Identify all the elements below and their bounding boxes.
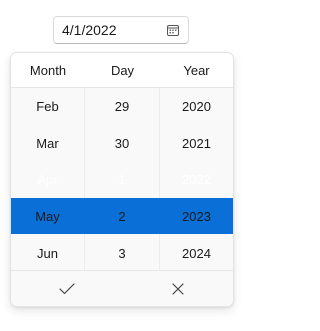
month-item[interactable]: Mar [11,125,84,162]
accept-button[interactable] [11,271,122,306]
year-column[interactable]: 2020 2021 2022 2023 2024 [160,88,233,272]
year-header: Year [183,62,210,78]
month-item[interactable]: Feb [11,88,84,125]
picker-footer [11,270,233,306]
day-header: Day [110,62,135,78]
day-item[interactable]: 3 [85,235,159,272]
day-column[interactable]: 29 30 1 2 3 [85,88,160,272]
calendar-icon-glyph [167,25,179,36]
year-item[interactable]: 2021 [160,125,233,162]
day-item-selected[interactable]: 1 [85,162,159,199]
dismiss-button[interactable] [122,271,233,306]
month-item[interactable]: May [11,198,84,235]
picker-columns: Feb Mar Apr May Jun 29 30 1 2 3 2020 202… [11,88,233,272]
day-item[interactable]: 2 [85,198,159,235]
month-item-selected[interactable]: Apr [11,162,84,199]
month-item[interactable]: Jun [11,235,84,272]
checkmark-icon [58,282,75,294]
picker-header: Month Day Year [11,53,233,88]
calendar-icon[interactable] [166,23,180,37]
day-item[interactable]: 30 [85,125,159,162]
close-icon [171,282,184,295]
year-item-selected[interactable]: 2022 [160,162,233,199]
date-picker-flyout: Month Day Year Feb Mar Apr May Jun 29 30… [10,52,234,307]
month-column[interactable]: Feb Mar Apr May Jun [11,88,85,272]
day-item[interactable]: 29 [85,88,159,125]
year-item[interactable]: 2023 [160,198,233,235]
year-item[interactable]: 2024 [160,235,233,272]
date-value: 4/1/2022 [62,22,117,38]
month-header: Month [29,62,67,78]
year-item[interactable]: 2020 [160,88,233,125]
date-input[interactable]: 4/1/2022 [53,16,189,44]
